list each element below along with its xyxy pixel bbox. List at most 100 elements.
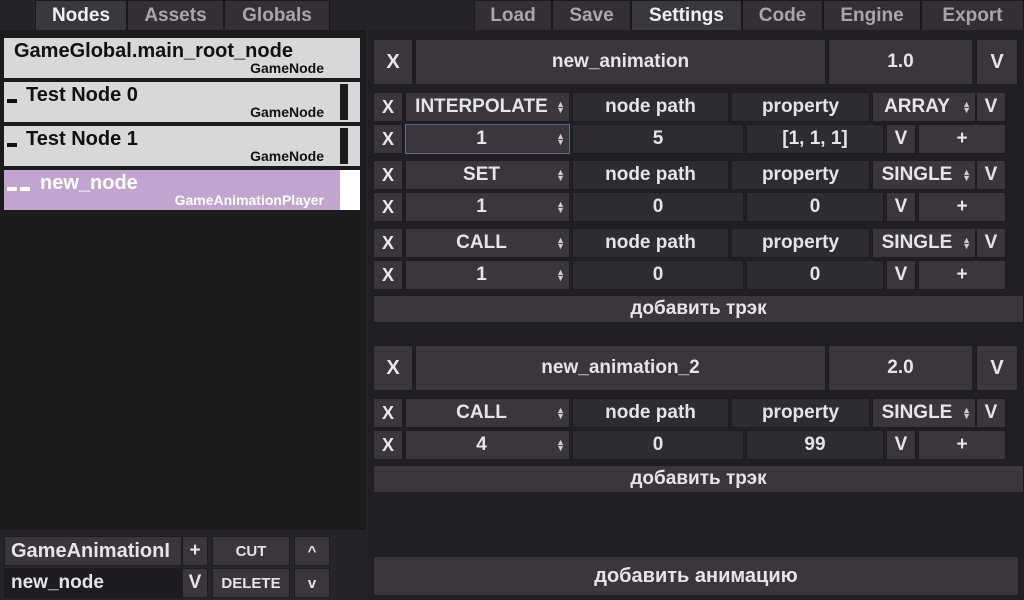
property-field[interactable]: property <box>731 398 870 428</box>
confirm-key-button[interactable]: V <box>886 124 916 154</box>
delete-key-button[interactable]: X <box>373 124 403 154</box>
node-title: new_node <box>40 172 138 194</box>
tab-load[interactable]: Load <box>474 0 552 30</box>
delete-key-button[interactable]: X <box>373 192 403 222</box>
track-mode-select[interactable]: ARRAY ▲ ▼ <box>872 92 976 122</box>
spinner-icon: ▲ ▼ <box>962 99 971 115</box>
drag-handle[interactable] <box>340 170 360 210</box>
tab-export[interactable]: Export <box>921 0 1024 30</box>
delete-animation-button[interactable]: X <box>373 345 413 391</box>
collapse-animation-button[interactable]: V <box>976 39 1018 85</box>
drag-handle[interactable] <box>340 84 348 120</box>
tab-settings[interactable]: Settings <box>631 0 742 30</box>
add-track-button[interactable]: добавить трэк <box>373 295 1024 323</box>
property-field[interactable]: property <box>731 92 870 122</box>
depth-marker-icon <box>7 143 17 147</box>
node-type: GameAnimationPlayer <box>174 192 324 208</box>
key-path-value[interactable]: 0 <box>572 430 744 460</box>
delete-key-button[interactable]: X <box>373 430 403 460</box>
tree-node-new-node[interactable]: new_node GameAnimationPlayer <box>4 170 360 210</box>
spinner-icon: ▲ ▼ <box>556 199 565 215</box>
track-kind-select[interactable]: CALL ▲ ▼ <box>405 398 570 428</box>
add-animation-button[interactable]: добавить анимацию <box>373 556 1019 596</box>
delete-animation-button[interactable]: X <box>373 39 413 85</box>
tree-node-test-1[interactable]: Test Node 1 GameNode <box>4 126 360 166</box>
collapse-track-button[interactable]: V <box>976 160 1006 190</box>
confirm-key-button[interactable]: V <box>886 192 916 222</box>
node-name-input[interactable]: new_node <box>4 568 182 598</box>
add-node-button[interactable]: + <box>182 536 208 566</box>
tab-code[interactable]: Code <box>742 0 823 30</box>
delete-track-button[interactable]: X <box>373 398 403 428</box>
add-key-button[interactable]: + <box>918 124 1006 154</box>
add-key-button[interactable]: + <box>918 192 1006 222</box>
node-path-field[interactable]: node path <box>572 228 729 258</box>
spinner-icon: ▲ ▼ <box>556 235 565 251</box>
track-mode-label: SINGLE <box>881 232 953 253</box>
track-kind-label: INTERPOLATE <box>415 96 548 117</box>
spinner-icon: ▲ ▼ <box>556 167 565 183</box>
key-index-stepper[interactable]: 4 ▲ ▼ <box>405 430 570 460</box>
tab-engine[interactable]: Engine <box>823 0 921 30</box>
tab-nodes[interactable]: Nodes <box>35 0 127 30</box>
key-index-value: 1 <box>476 128 487 149</box>
animation-name-field[interactable]: new_animation_2 <box>415 345 826 391</box>
animation-length-field[interactable]: 1.0 <box>828 39 973 85</box>
collapse-track-button[interactable]: V <box>976 228 1006 258</box>
track-mode-select[interactable]: SINGLE ▲ ▼ <box>872 398 976 428</box>
key-property-value[interactable]: 0 <box>746 192 884 222</box>
track-kind-select[interactable]: SET ▲ ▼ <box>405 160 570 190</box>
spinner-icon: ▲ ▼ <box>556 99 565 115</box>
node-path-field[interactable]: node path <box>572 92 729 122</box>
track-mode-select[interactable]: SINGLE ▲ ▼ <box>872 160 976 190</box>
key-index-stepper[interactable]: 1 ▲ ▼ <box>405 260 570 290</box>
node-type-select[interactable]: GameAnimationI <box>4 536 182 566</box>
key-path-value[interactable]: 0 <box>572 192 744 222</box>
confirm-key-button[interactable]: V <box>886 430 916 460</box>
tab-globals[interactable]: Globals <box>224 0 330 30</box>
animation-length-field[interactable]: 2.0 <box>828 345 973 391</box>
node-path-field[interactable]: node path <box>572 398 729 428</box>
tree-node-root[interactable]: GameGlobal.main_root_node GameNode <box>4 38 360 78</box>
animation-name-field[interactable]: new_animation <box>415 39 826 85</box>
property-field[interactable]: property <box>731 160 870 190</box>
key-index-value: 4 <box>476 434 487 455</box>
node-controls: GameAnimationI + CUT ^ new_node V DELETE… <box>0 530 366 600</box>
delete-track-button[interactable]: X <box>373 92 403 122</box>
key-index-stepper[interactable]: 1 ▲ ▼ <box>405 192 570 222</box>
key-property-value[interactable]: 99 <box>746 430 884 460</box>
rename-confirm-button[interactable]: V <box>182 568 208 598</box>
key-property-value[interactable]: 0 <box>746 260 884 290</box>
collapse-track-button[interactable]: V <box>976 92 1006 122</box>
key-property-value[interactable]: [1, 1, 1] <box>746 124 884 154</box>
track-kind-select[interactable]: INTERPOLATE ▲ ▼ <box>405 92 570 122</box>
move-up-button[interactable]: ^ <box>294 536 330 566</box>
collapse-track-button[interactable]: V <box>976 398 1006 428</box>
spinner-icon: ▲ ▼ <box>556 405 565 421</box>
cut-button[interactable]: CUT <box>212 536 290 566</box>
add-track-button[interactable]: добавить трэк <box>373 465 1024 493</box>
collapse-animation-button[interactable]: V <box>976 345 1018 391</box>
delete-key-button[interactable]: X <box>373 260 403 290</box>
node-type: GameNode <box>250 60 324 76</box>
track-kind-select[interactable]: CALL ▲ ▼ <box>405 228 570 258</box>
tab-assets[interactable]: Assets <box>127 0 224 30</box>
key-path-value[interactable]: 0 <box>572 260 744 290</box>
delete-track-button[interactable]: X <box>373 228 403 258</box>
key-index-stepper[interactable]: 1 ▲ ▼ <box>405 124 570 154</box>
tree-node-test-0[interactable]: Test Node 0 GameNode <box>4 82 360 122</box>
add-key-button[interactable]: + <box>918 260 1006 290</box>
key-path-value[interactable]: 5 <box>572 124 744 154</box>
confirm-key-button[interactable]: V <box>886 260 916 290</box>
node-path-field[interactable]: node path <box>572 160 729 190</box>
track-mode-select[interactable]: SINGLE ▲ ▼ <box>872 228 976 258</box>
delete-track-button[interactable]: X <box>373 160 403 190</box>
spinner-icon: ▲ ▼ <box>962 405 971 421</box>
move-down-button[interactable]: v <box>294 568 330 598</box>
drag-handle[interactable] <box>340 128 348 164</box>
spinner-icon: ▲ ▼ <box>962 167 971 183</box>
tab-save[interactable]: Save <box>552 0 631 30</box>
add-key-button[interactable]: + <box>918 430 1006 460</box>
delete-button[interactable]: DELETE <box>212 568 290 598</box>
property-field[interactable]: property <box>731 228 870 258</box>
